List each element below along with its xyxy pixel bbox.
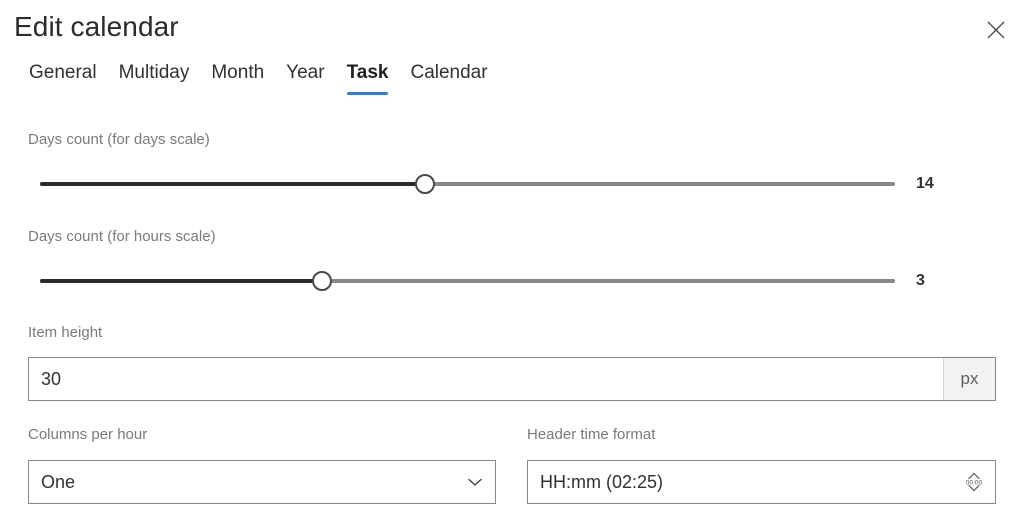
item-height-unit-suffix: px xyxy=(943,358,995,400)
days-count-days-scale-value: 14 xyxy=(916,175,934,192)
dialog-header: Edit calendar xyxy=(0,0,1024,56)
tab-year[interactable]: Year xyxy=(275,60,335,86)
close-button[interactable] xyxy=(978,12,1014,48)
days-count-hours-scale-value: 3 xyxy=(916,272,925,289)
tab-month[interactable]: Month xyxy=(200,60,275,86)
tab-bar: General Multiday Month Year Task Calenda… xyxy=(0,60,499,96)
columns-per-hour-label: Columns per hour xyxy=(28,426,148,443)
days-count-days-scale-label: Days count (for days scale) xyxy=(28,131,210,148)
item-height-field[interactable]: px xyxy=(28,357,996,401)
days-count-hours-scale-row: 3 xyxy=(0,264,1024,298)
item-height-label: Item height xyxy=(28,324,103,341)
chevron-down-icon[interactable] xyxy=(455,472,495,492)
time-spinner-icon[interactable]: 00:00 xyxy=(953,467,995,497)
header-time-format-label: Header time format xyxy=(527,426,656,443)
tab-general[interactable]: General xyxy=(18,60,108,86)
header-time-format-value: HH:mm (02:25) xyxy=(540,471,664,492)
svg-text:00:00: 00:00 xyxy=(966,480,983,487)
slider-thumb[interactable] xyxy=(414,174,435,194)
tab-calendar[interactable]: Calendar xyxy=(399,60,498,86)
slider-fill xyxy=(40,182,425,186)
header-time-format-field[interactable]: HH:mm (02:25) 00:00 xyxy=(527,460,996,504)
days-count-days-scale-slider[interactable] xyxy=(40,174,895,194)
columns-per-hour-value: One xyxy=(41,471,76,492)
slider-thumb[interactable] xyxy=(312,271,333,291)
tab-task[interactable]: Task xyxy=(336,60,400,95)
slider-fill xyxy=(40,279,323,283)
days-count-hours-scale-slider[interactable] xyxy=(40,271,895,291)
edit-calendar-dialog: Edit calendar General Multiday Month Yea… xyxy=(0,0,1024,527)
page-title: Edit calendar xyxy=(14,11,179,42)
columns-per-hour-select[interactable]: One xyxy=(28,460,496,504)
tab-multiday[interactable]: Multiday xyxy=(108,60,201,86)
close-icon xyxy=(985,19,1007,41)
days-count-hours-scale-label: Days count (for hours scale) xyxy=(28,228,216,245)
days-count-days-scale-row: 14 xyxy=(0,167,1024,201)
item-height-input[interactable] xyxy=(29,358,943,400)
